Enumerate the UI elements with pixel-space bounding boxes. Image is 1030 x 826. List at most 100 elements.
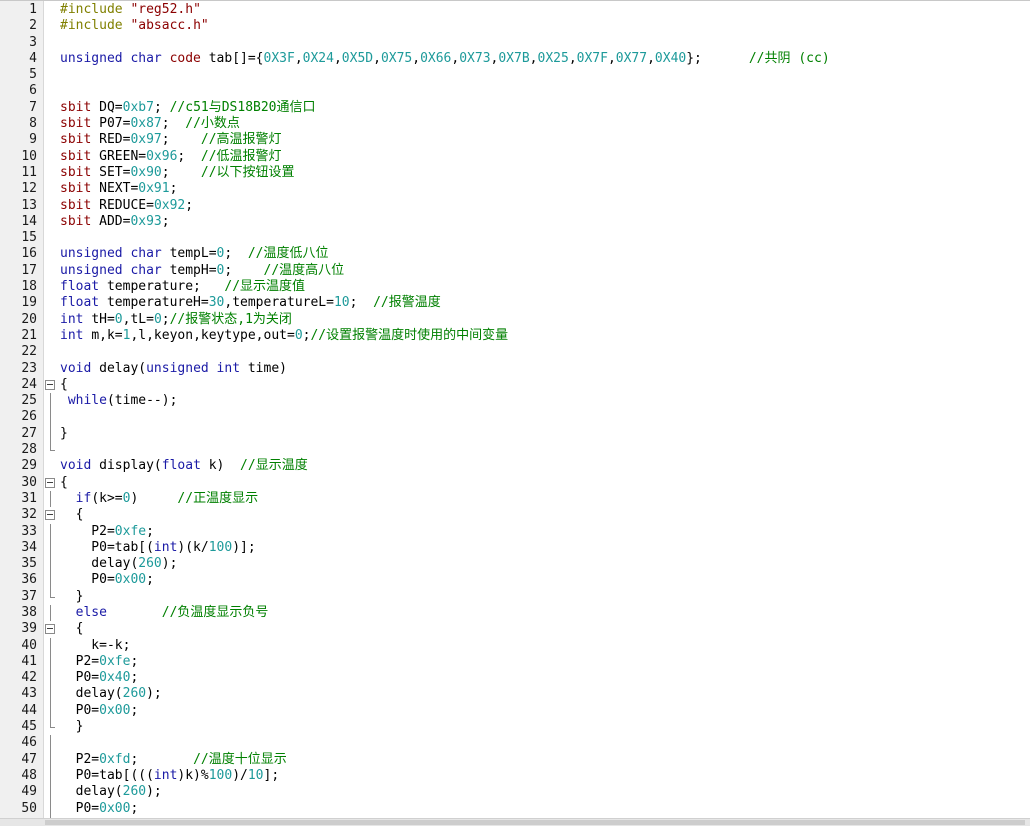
- line-text[interactable]: }: [60, 426, 68, 442]
- line-text[interactable]: sbit RED=0x97; //高温报警灯: [60, 132, 282, 148]
- line-text[interactable]: while(time--);: [60, 393, 178, 409]
- code-line[interactable]: 4 unsigned char code tab[]={0X3F,0X24,0X5…: [0, 51, 1030, 67]
- line-text[interactable]: sbit SET=0x90; //以下按钮设置: [60, 165, 295, 181]
- line-text[interactable]: P2=0xfe;: [60, 654, 139, 670]
- line-text[interactable]: float temperature; //显示温度值: [60, 279, 305, 295]
- code-line[interactable]: 25 while(time--);: [0, 393, 1030, 410]
- collapse-block-icon[interactable]: [45, 507, 55, 523]
- code-line[interactable]: 3: [0, 35, 1030, 51]
- code-line[interactable]: 49 delay(260);: [0, 784, 1030, 801]
- line-text[interactable]: sbit REDUCE=0x92;: [60, 198, 193, 214]
- line-text[interactable]: int tH=0,tL=0;//报警状态,1为关闭: [60, 312, 292, 328]
- line-text[interactable]: delay(260);: [60, 784, 162, 800]
- code-line[interactable]: 24 {: [0, 377, 1030, 393]
- line-text[interactable]: {: [60, 475, 68, 491]
- line-text[interactable]: void display(float k) //显示温度: [60, 458, 308, 474]
- code-line[interactable]: 18 float temperature; //显示温度值: [0, 279, 1030, 295]
- line-text[interactable]: P2=0xfd; //温度十位显示: [60, 752, 287, 768]
- scrollbar-thumb[interactable]: [45, 820, 1025, 825]
- code-line[interactable]: 13 sbit REDUCE=0x92;: [0, 198, 1030, 214]
- code-line[interactable]: 29 void display(float k) //显示温度: [0, 458, 1030, 474]
- line-text[interactable]: void delay(unsigned int time): [60, 361, 287, 377]
- line-text[interactable]: }: [60, 719, 84, 735]
- collapse-block-icon[interactable]: [45, 475, 55, 491]
- line-text[interactable]: unsigned char tempH=0; //温度高八位: [60, 263, 344, 279]
- code-line[interactable]: 23 void delay(unsigned int time): [0, 361, 1030, 377]
- line-text[interactable]: P0=0x00;: [60, 703, 139, 719]
- line-text[interactable]: unsigned char code tab[]={0X3F,0X24,0X5D…: [60, 51, 830, 67]
- line-text[interactable]: if(k>=0) //正温度显示: [60, 491, 258, 507]
- line-text[interactable]: sbit GREEN=0x96; //低温报警灯: [60, 149, 282, 165]
- code-area[interactable]: 1 #include "reg52.h" 2 #include "absacc.h" 3…: [0, 2, 1030, 826]
- line-text[interactable]: P2=0xfe;: [60, 524, 154, 540]
- code-line[interactable]: 12 sbit NEXT=0x91;: [0, 181, 1030, 197]
- code-line[interactable]: 16 unsigned char tempL=0; //温度低八位: [0, 246, 1030, 262]
- line-text[interactable]: P0=0x40;: [60, 670, 139, 686]
- code-line[interactable]: 14 sbit ADD=0x93;: [0, 214, 1030, 230]
- code-line[interactable]: 10 sbit GREEN=0x96; //低温报警灯: [0, 149, 1030, 165]
- code-line[interactable]: 27}: [0, 425, 1030, 443]
- code-line[interactable]: 9 sbit RED=0x97; //高温报警灯: [0, 132, 1030, 148]
- line-text[interactable]: {: [60, 377, 68, 393]
- line-text[interactable]: float temperatureH=30,temperatureL=10; /…: [60, 295, 441, 311]
- line-text[interactable]: P0=0x00;: [60, 572, 154, 588]
- line-text[interactable]: P0=tab[(((int)k)%100)/10];: [60, 768, 280, 784]
- line-text[interactable]: sbit NEXT=0x91;: [60, 181, 177, 197]
- line-text[interactable]: sbit P07=0x87; //小数点: [60, 116, 240, 132]
- code-editor[interactable]: 1 #include "reg52.h" 2 #include "absacc.h" 3…: [0, 0, 1030, 826]
- code-line[interactable]: 48 P0=tab[(((int)k)%100)/10];: [0, 767, 1030, 785]
- line-text[interactable]: delay(260);: [60, 686, 162, 702]
- horizontal-scrollbar[interactable]: [0, 818, 1030, 826]
- line-text[interactable]: sbit DQ=0xb7; //c51与DS18B20通信口: [60, 100, 316, 116]
- code-line[interactable]: 38 else //负温度显示负号: [0, 604, 1030, 622]
- line-text[interactable]: k=-k;: [60, 638, 130, 654]
- line-text[interactable]: else //负温度显示负号: [60, 605, 269, 621]
- line-text[interactable]: {: [60, 621, 84, 637]
- code-line[interactable]: 22: [0, 344, 1030, 360]
- line-text[interactable]: delay(260);: [60, 556, 177, 572]
- line-text[interactable]: int m,k=1,l,keyon,keytype,out=0;//设置报警温度…: [60, 328, 508, 344]
- code-line[interactable]: 11 sbit SET=0x90; //以下按钮设置: [0, 165, 1030, 181]
- code-line[interactable]: 35 delay(260);: [0, 556, 1030, 573]
- code-line[interactable]: 44 P0=0x00;: [0, 702, 1030, 720]
- code-line[interactable]: 15: [0, 230, 1030, 246]
- code-line[interactable]: 47 P2=0xfd; //温度十位显示: [0, 751, 1030, 769]
- line-text[interactable]: P0=0x00;: [60, 801, 139, 817]
- collapse-block-icon[interactable]: [45, 377, 55, 393]
- code-line[interactable]: 28: [0, 442, 1030, 458]
- code-line[interactable]: 36 P0=0x00;: [0, 572, 1030, 589]
- line-text[interactable]: #include "absacc.h": [60, 18, 209, 34]
- code-line[interactable]: 33 P2=0xfe;: [0, 523, 1030, 541]
- code-line[interactable]: 30 {: [0, 475, 1030, 491]
- code-line[interactable]: 31 if(k>=0) //正温度显示: [0, 490, 1030, 508]
- code-line[interactable]: 17 unsigned char tempH=0; //温度高八位: [0, 263, 1030, 279]
- code-line[interactable]: 46: [0, 735, 1030, 752]
- line-text[interactable]: #include "reg52.h": [60, 2, 201, 18]
- code-line[interactable]: 21 int m,k=1,l,keyon,keytype,out=0;//设置报警…: [0, 328, 1030, 344]
- collapse-block-icon[interactable]: [45, 621, 55, 637]
- code-line[interactable]: 5: [0, 67, 1030, 83]
- code-line[interactable]: 19 float temperatureH=30,temperatureL=10;…: [0, 295, 1030, 311]
- code-line[interactable]: 43 delay(260);: [0, 686, 1030, 704]
- code-line[interactable]: 42 P0=0x40;: [0, 670, 1030, 687]
- code-line[interactable]: 8 sbit P07=0x87; //小数点: [0, 116, 1030, 132]
- code-line[interactable]: 26: [0, 409, 1030, 427]
- code-line[interactable]: 41 P2=0xfe;: [0, 653, 1030, 671]
- code-line[interactable]: 32 {: [0, 507, 1030, 523]
- code-line[interactable]: 34 P0=tab[(int)(k/100)];: [0, 539, 1030, 557]
- code-line[interactable]: 37 }: [0, 588, 1030, 605]
- code-line[interactable]: 20 int tH=0,tL=0;//报警状态,1为关闭: [0, 312, 1030, 328]
- line-text[interactable]: {: [60, 507, 84, 523]
- code-line[interactable]: 7 sbit DQ=0xb7; //c51与DS18B20通信口: [0, 100, 1030, 116]
- code-line[interactable]: 50 P0=0x00;: [0, 800, 1030, 818]
- line-text[interactable]: P0=tab[(int)(k/100)];: [60, 540, 255, 556]
- code-line[interactable]: 39 {: [0, 621, 1030, 637]
- line-text[interactable]: }: [60, 589, 84, 605]
- line-text[interactable]: sbit ADD=0x93;: [60, 214, 170, 230]
- code-line[interactable]: 45 }: [0, 719, 1030, 735]
- code-line[interactable]: 40 k=-k;: [0, 637, 1030, 655]
- line-text[interactable]: unsigned char tempL=0; //温度低八位: [60, 246, 329, 262]
- code-line[interactable]: 6: [0, 83, 1030, 99]
- code-line[interactable]: 2 #include "absacc.h": [0, 18, 1030, 34]
- code-line[interactable]: 1 #include "reg52.h": [0, 2, 1030, 18]
